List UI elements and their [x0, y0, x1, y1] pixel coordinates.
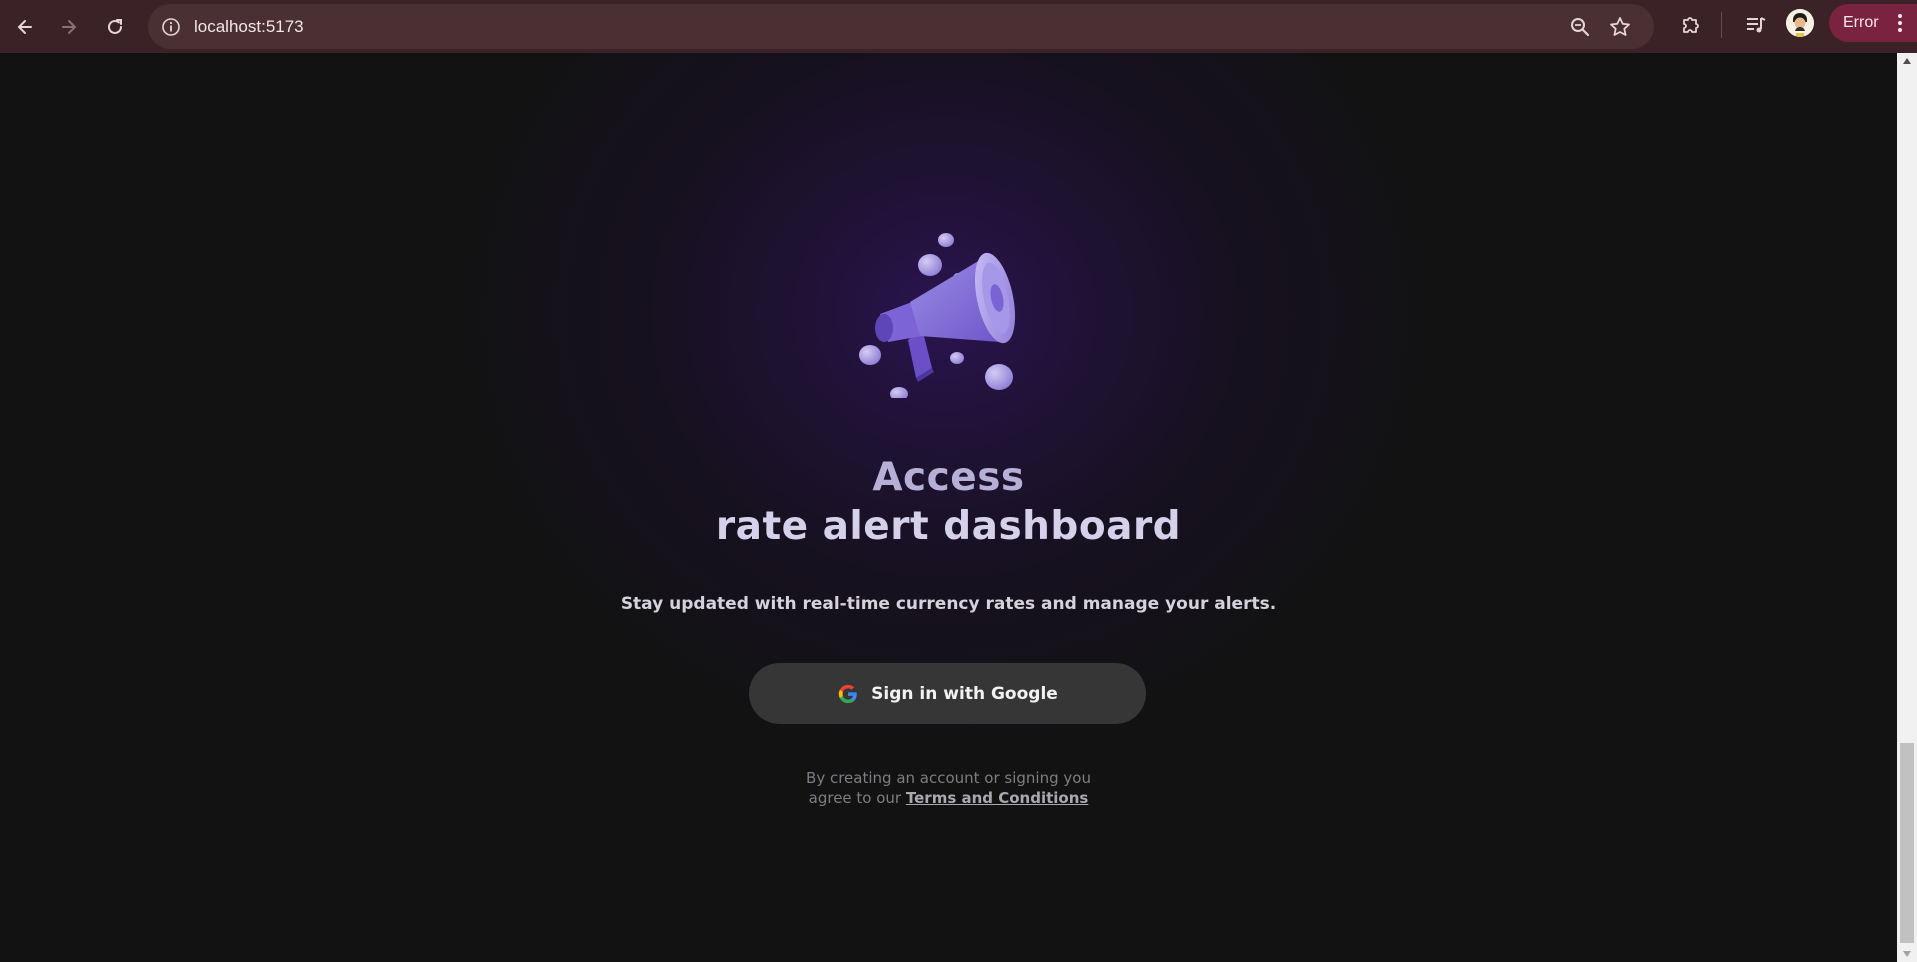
google-signin-button[interactable]: Sign in with Google: [749, 663, 1146, 724]
page-subtitle: Stay updated with real-time currency rat…: [620, 594, 1277, 614]
address-bar[interactable]: localhost:5173: [148, 4, 1654, 49]
browser-toolbar: localhost:5173 Error: [0, 0, 1917, 53]
forward-arrow-icon: [62, 20, 77, 34]
scrollbar-thumb[interactable]: [1900, 743, 1914, 943]
reload-button[interactable]: [96, 8, 134, 46]
legal-line-2-prefix: agree to our: [808, 789, 902, 807]
terms-link[interactable]: Terms and Conditions: [906, 789, 1088, 807]
legal-notice: By creating an account or signing you ag…: [0, 768, 1897, 808]
url-text[interactable]: localhost:5173: [194, 16, 304, 38]
puzzle-icon: [1683, 17, 1699, 33]
info-icon[interactable]: [160, 16, 182, 38]
title-line-1: Access: [872, 455, 1025, 500]
star-icon[interactable]: [1608, 15, 1632, 39]
page-viewport: Access rate alert dashboard Stay updated…: [0, 53, 1897, 962]
google-icon: [839, 684, 857, 703]
legal-line-1: By creating an account or signing you: [806, 769, 1091, 787]
scroll-up-arrow-icon[interactable]: [1902, 57, 1912, 65]
page-title: Access rate alert dashboard: [0, 453, 1897, 551]
profile-error-button[interactable]: Error: [1829, 4, 1917, 42]
back-button[interactable]: [6, 8, 44, 46]
kebab-icon[interactable]: [1897, 13, 1903, 33]
profile-avatar[interactable]: [1786, 9, 1814, 37]
legal-line-2: agree to our Terms and Conditions: [0, 788, 1897, 808]
avatar-icon: [1786, 9, 1814, 37]
toolbar-divider: [1721, 12, 1722, 38]
zoom-icon[interactable]: [1568, 15, 1592, 39]
google-signin-label: Sign in with Google: [871, 683, 1058, 704]
extensions-button[interactable]: [1677, 11, 1705, 39]
back-arrow-icon: [17, 20, 32, 34]
media-queue-icon: [1747, 17, 1766, 33]
scroll-down-arrow-icon[interactable]: [1902, 950, 1912, 958]
title-line-2: rate alert dashboard: [715, 504, 1182, 549]
megaphone-illustration: [859, 233, 1016, 398]
forward-button[interactable]: [50, 8, 88, 46]
error-label: Error: [1843, 14, 1879, 31]
reload-icon: [108, 19, 122, 34]
media-button[interactable]: [1742, 11, 1770, 39]
page-scrollbar[interactable]: [1897, 53, 1917, 962]
